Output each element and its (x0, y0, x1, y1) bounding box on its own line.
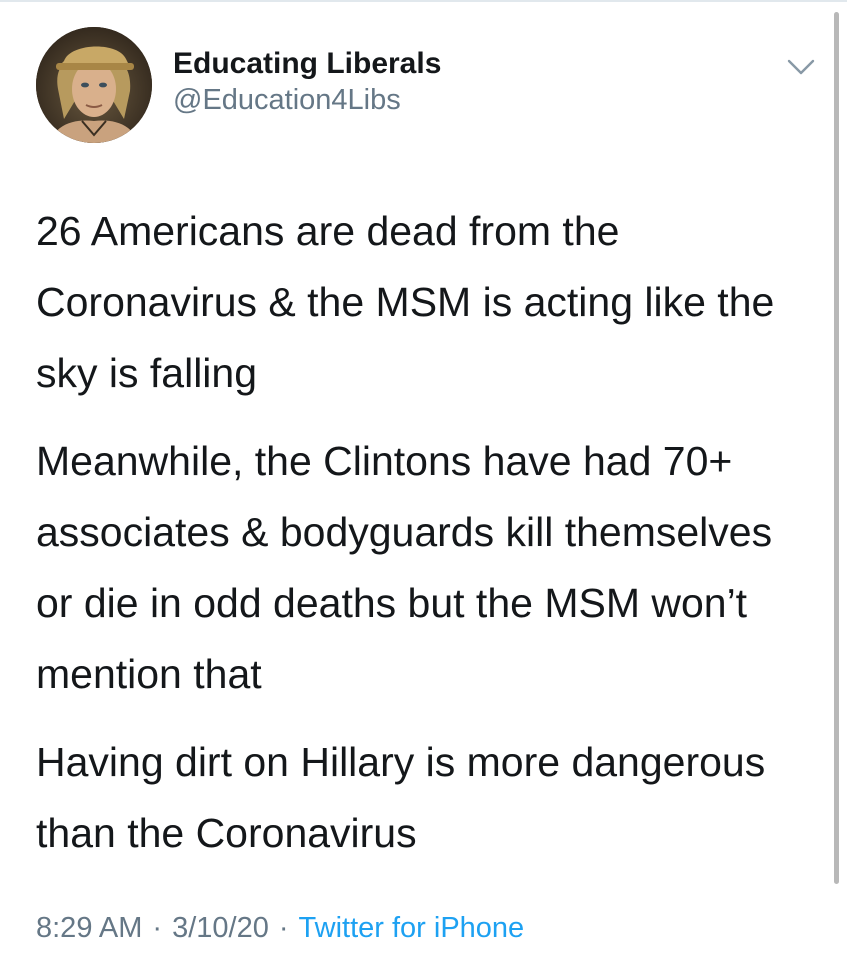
avatar[interactable] (36, 27, 152, 143)
user-handle[interactable]: @Education4Libs (173, 82, 441, 118)
meta-separator: · (278, 912, 289, 944)
tweet-text: 26 Americans are dead from the Coronavir… (36, 196, 816, 886)
tweet-paragraph: Meanwhile, the Clintons have had 70+ ass… (36, 438, 773, 697)
tweet-source-link[interactable]: Twitter for iPhone (299, 912, 525, 944)
tweet-paragraph: 26 Americans are dead from the Coronavir… (36, 208, 775, 396)
tweet-header: Educating Liberals @Education4Libs (36, 27, 816, 147)
avatar-photo (36, 27, 152, 143)
author-names: Educating Liberals @Education4Libs (173, 47, 441, 118)
display-name[interactable]: Educating Liberals (173, 47, 441, 81)
tweet-metadata: 8:29 AM · 3/10/20 · Twitter for iPhone (36, 910, 524, 946)
meta-separator: · (152, 912, 163, 944)
tweet-paragraph: Having dirt on Hillary is more dangerous… (36, 739, 766, 856)
tweet-date[interactable]: 3/10/20 (172, 912, 269, 944)
top-divider (0, 0, 847, 2)
tweet-time[interactable]: 8:29 AM (36, 912, 142, 944)
chevron-down-icon[interactable] (786, 54, 816, 80)
scrollbar[interactable] (834, 12, 839, 884)
